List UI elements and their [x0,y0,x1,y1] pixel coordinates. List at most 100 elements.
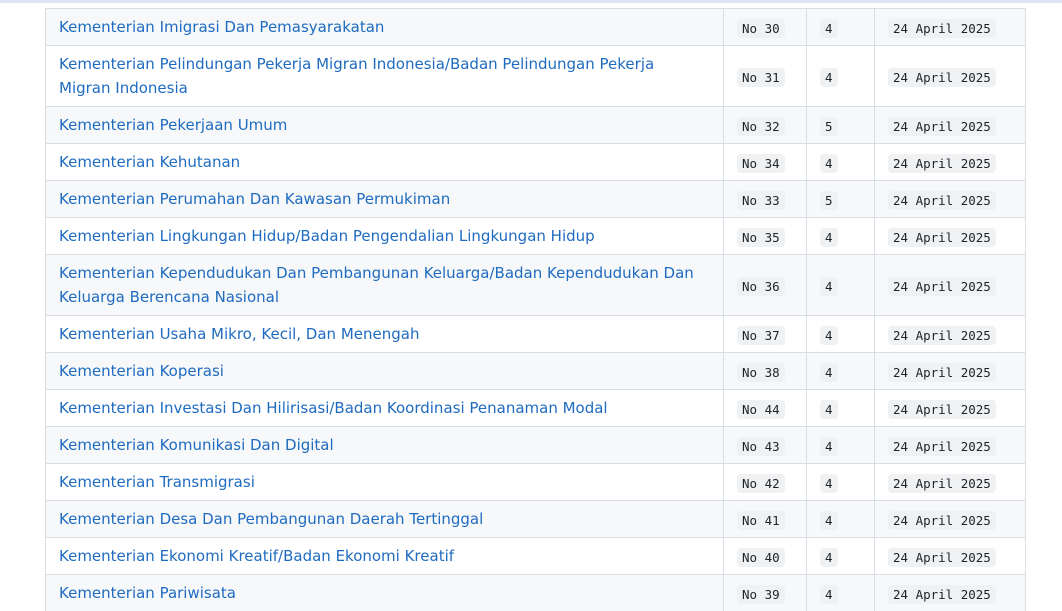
ministry-link[interactable]: Kementerian Koperasi [59,359,224,383]
revision-cell: 4 [807,575,875,611]
regulation-number: No 41 [737,511,785,530]
date-value: 24 April 2025 [888,191,996,210]
date-value: 24 April 2025 [888,474,996,493]
regulation-number: No 37 [737,326,785,345]
ministry-cell: Kementerian Pekerjaan Umum [46,107,724,144]
date-value: 24 April 2025 [888,117,996,136]
ministry-link[interactable]: Kementerian Pekerjaan Umum [59,113,287,137]
regulation-number: No 34 [737,154,785,173]
ministry-link[interactable]: Kementerian Imigrasi Dan Pemasyarakatan [59,15,384,39]
revision-cell: 4 [807,9,875,46]
revision-cell: 4 [807,255,875,316]
revision-cell: 4 [807,218,875,255]
number-cell: No 38 [724,353,807,390]
revision-count: 4 [820,154,838,173]
date-value: 24 April 2025 [888,548,996,567]
ministry-cell: Kementerian Komunikasi Dan Digital [46,427,724,464]
revision-count: 4 [820,326,838,345]
date-cell: 24 April 2025 [875,144,1026,181]
regulation-number: No 39 [737,585,785,604]
ministry-cell: Kementerian Pelindungan Pekerja Migran I… [46,46,724,107]
number-cell: No 33 [724,181,807,218]
date-cell: 24 April 2025 [875,538,1026,575]
table-row: Kementerian Kependudukan Dan Pembangunan… [46,255,1026,316]
revision-cell: 4 [807,390,875,427]
ministry-link[interactable]: Kementerian Kehutanan [59,150,240,174]
table-row: Kementerian Pariwisata No 39 4 24 April … [46,575,1026,611]
table-row: Kementerian Imigrasi Dan Pemasyarakatan … [46,9,1026,46]
revision-cell: 4 [807,144,875,181]
date-cell: 24 April 2025 [875,464,1026,501]
date-value: 24 April 2025 [888,277,996,296]
number-cell: No 36 [724,255,807,316]
date-cell: 24 April 2025 [875,255,1026,316]
top-border-strip [0,0,1062,3]
date-cell: 24 April 2025 [875,181,1026,218]
revision-cell: 4 [807,501,875,538]
ministry-link[interactable]: Kementerian Desa Dan Pembangunan Daerah … [59,507,483,531]
date-value: 24 April 2025 [888,585,996,604]
table-row: Kementerian Perumahan Dan Kawasan Permuk… [46,181,1026,218]
date-value: 24 April 2025 [888,19,996,38]
ministry-link[interactable]: Kementerian Pariwisata [59,581,236,605]
ministry-cell: Kementerian Usaha Mikro, Kecil, Dan Mene… [46,316,724,353]
regulation-table: Kementerian Imigrasi Dan Pemasyarakatan … [45,8,1026,611]
regulation-number: No 30 [737,19,785,38]
ministry-link[interactable]: Kementerian Transmigrasi [59,470,255,494]
revision-cell: 4 [807,46,875,107]
revision-count: 4 [820,68,838,87]
date-cell: 24 April 2025 [875,107,1026,144]
regulation-number: No 33 [737,191,785,210]
ministry-cell: Kementerian Perumahan Dan Kawasan Permuk… [46,181,724,218]
regulation-number: No 44 [737,400,785,419]
number-cell: No 32 [724,107,807,144]
revision-count: 4 [820,363,838,382]
revision-count: 4 [820,511,838,530]
table-row: Kementerian Desa Dan Pembangunan Daerah … [46,501,1026,538]
date-cell: 24 April 2025 [875,427,1026,464]
ministry-cell: Kementerian Ekonomi Kreatif/Badan Ekonom… [46,538,724,575]
ministry-link[interactable]: Kementerian Pelindungan Pekerja Migran I… [59,52,710,100]
table-row: Kementerian Pelindungan Pekerja Migran I… [46,46,1026,107]
table-row: Kementerian Ekonomi Kreatif/Badan Ekonom… [46,538,1026,575]
table-row: Kementerian Koperasi No 38 4 24 April 20… [46,353,1026,390]
ministry-link[interactable]: Kementerian Kependudukan Dan Pembangunan… [59,261,710,309]
ministry-link[interactable]: Kementerian Lingkungan Hidup/Badan Penge… [59,224,595,248]
ministry-cell: Kementerian Transmigrasi [46,464,724,501]
ministry-cell: Kementerian Pariwisata [46,575,724,611]
table-row: Kementerian Komunikasi Dan Digital No 43… [46,427,1026,464]
revision-cell: 5 [807,181,875,218]
regulation-number: No 38 [737,363,785,382]
regulation-number: No 35 [737,228,785,247]
date-cell: 24 April 2025 [875,575,1026,611]
revision-cell: 4 [807,427,875,464]
number-cell: No 40 [724,538,807,575]
number-cell: No 42 [724,464,807,501]
ministry-cell: Kementerian Lingkungan Hidup/Badan Penge… [46,218,724,255]
date-value: 24 April 2025 [888,154,996,173]
revision-count: 5 [820,117,838,136]
ministry-link[interactable]: Kementerian Usaha Mikro, Kecil, Dan Mene… [59,322,419,346]
regulation-table-container: Kementerian Imigrasi Dan Pemasyarakatan … [45,8,1025,611]
ministry-link[interactable]: Kementerian Ekonomi Kreatif/Badan Ekonom… [59,544,454,568]
number-cell: No 30 [724,9,807,46]
ministry-link[interactable]: Kementerian Komunikasi Dan Digital [59,433,334,457]
revision-cell: 4 [807,353,875,390]
number-cell: No 44 [724,390,807,427]
revision-count: 4 [820,19,838,38]
regulation-number: No 32 [737,117,785,136]
ministry-cell: Kementerian Kependudukan Dan Pembangunan… [46,255,724,316]
ministry-cell: Kementerian Desa Dan Pembangunan Daerah … [46,501,724,538]
date-cell: 24 April 2025 [875,316,1026,353]
revision-count: 4 [820,277,838,296]
table-row: Kementerian Usaha Mikro, Kecil, Dan Mene… [46,316,1026,353]
ministry-cell: Kementerian Investasi Dan Hilirisasi/Bad… [46,390,724,427]
ministry-link[interactable]: Kementerian Perumahan Dan Kawasan Permuk… [59,187,450,211]
table-row: Kementerian Lingkungan Hidup/Badan Penge… [46,218,1026,255]
regulation-number: No 31 [737,68,785,87]
ministry-link[interactable]: Kementerian Investasi Dan Hilirisasi/Bad… [59,396,608,420]
date-value: 24 April 2025 [888,68,996,87]
regulation-number: No 42 [737,474,785,493]
date-value: 24 April 2025 [888,228,996,247]
date-cell: 24 April 2025 [875,218,1026,255]
